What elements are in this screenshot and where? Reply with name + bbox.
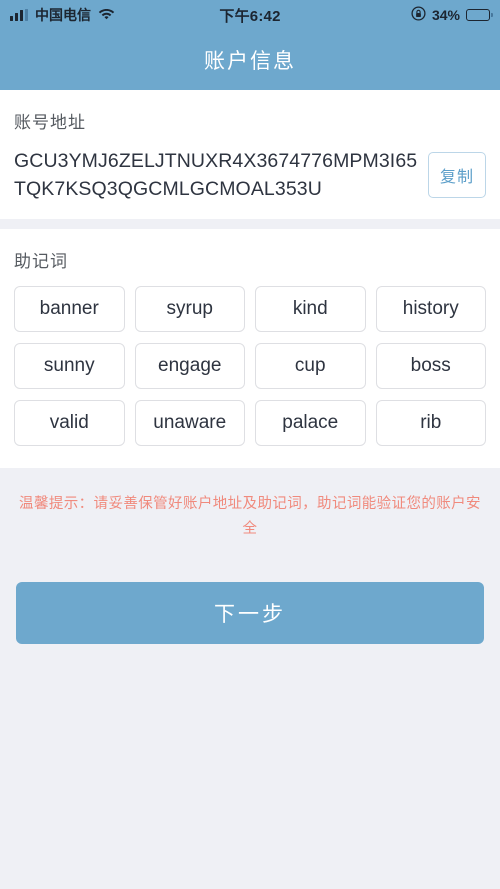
mnemonic-word-chip[interactable]: history [375, 286, 486, 332]
mnemonic-word-chip[interactable]: valid [14, 400, 125, 446]
mnemonic-word-chip[interactable]: kind [255, 286, 366, 332]
signal-bars-icon [10, 9, 28, 21]
status-bar-left: 中国电信 [10, 5, 219, 25]
rotation-lock-icon [411, 5, 426, 25]
copy-address-button[interactable]: 复制 [427, 152, 486, 198]
mnemonic-word-chip[interactable]: unaware [134, 400, 245, 446]
mnemonic-word-grid: banner syrup kind history sunny engage c… [14, 286, 486, 446]
status-bar-clock: 下午6:42 [219, 7, 281, 25]
card-separator [0, 219, 500, 229]
mnemonic-word-chip[interactable]: engage [134, 343, 245, 389]
page-title: 账户信息 [204, 50, 296, 73]
account-address-label: 账号地址 [14, 113, 86, 132]
account-address-row: GCU3YMJ6ZELJTNUXR4X3674776MPM3I65TQK7KSQ… [14, 147, 486, 203]
carrier-label: 中国电信 [35, 7, 91, 23]
mnemonic-card: 助记词 banner syrup kind history sunny enga… [0, 229, 500, 468]
battery-icon [466, 9, 493, 21]
status-bar: 中国电信 下午6:42 34% [0, 0, 500, 30]
account-address-card: 账号地址 GCU3YMJ6ZELJTNUXR4X3674776MPM3I65TQ… [0, 90, 500, 219]
mnemonic-word-chip[interactable]: palace [255, 400, 366, 446]
mnemonic-word-chip[interactable]: cup [255, 343, 366, 389]
footer-actions: 下一步 [0, 542, 500, 644]
mnemonic-word-chip[interactable]: banner [14, 286, 125, 332]
nav-header: 账户信息 [0, 30, 500, 90]
battery-percent-label: 34% [431, 7, 461, 23]
account-address-value: GCU3YMJ6ZELJTNUXR4X3674776MPM3I65TQK7KSQ… [14, 150, 418, 200]
wifi-icon [98, 7, 115, 24]
mnemonic-label: 助记词 [14, 252, 68, 271]
mnemonic-word-chip[interactable]: syrup [134, 286, 245, 332]
next-step-button[interactable]: 下一步 [16, 582, 484, 644]
status-bar-right: 34% [281, 5, 493, 25]
mnemonic-word-chip[interactable]: boss [375, 343, 486, 389]
mnemonic-word-chip[interactable]: rib [375, 400, 486, 446]
warning-text: 温馨提示：请妥善保管好账户地址及助记词，助记词能验证您的账户安全 [19, 496, 481, 537]
mnemonic-word-chip[interactable]: sunny [14, 343, 125, 389]
